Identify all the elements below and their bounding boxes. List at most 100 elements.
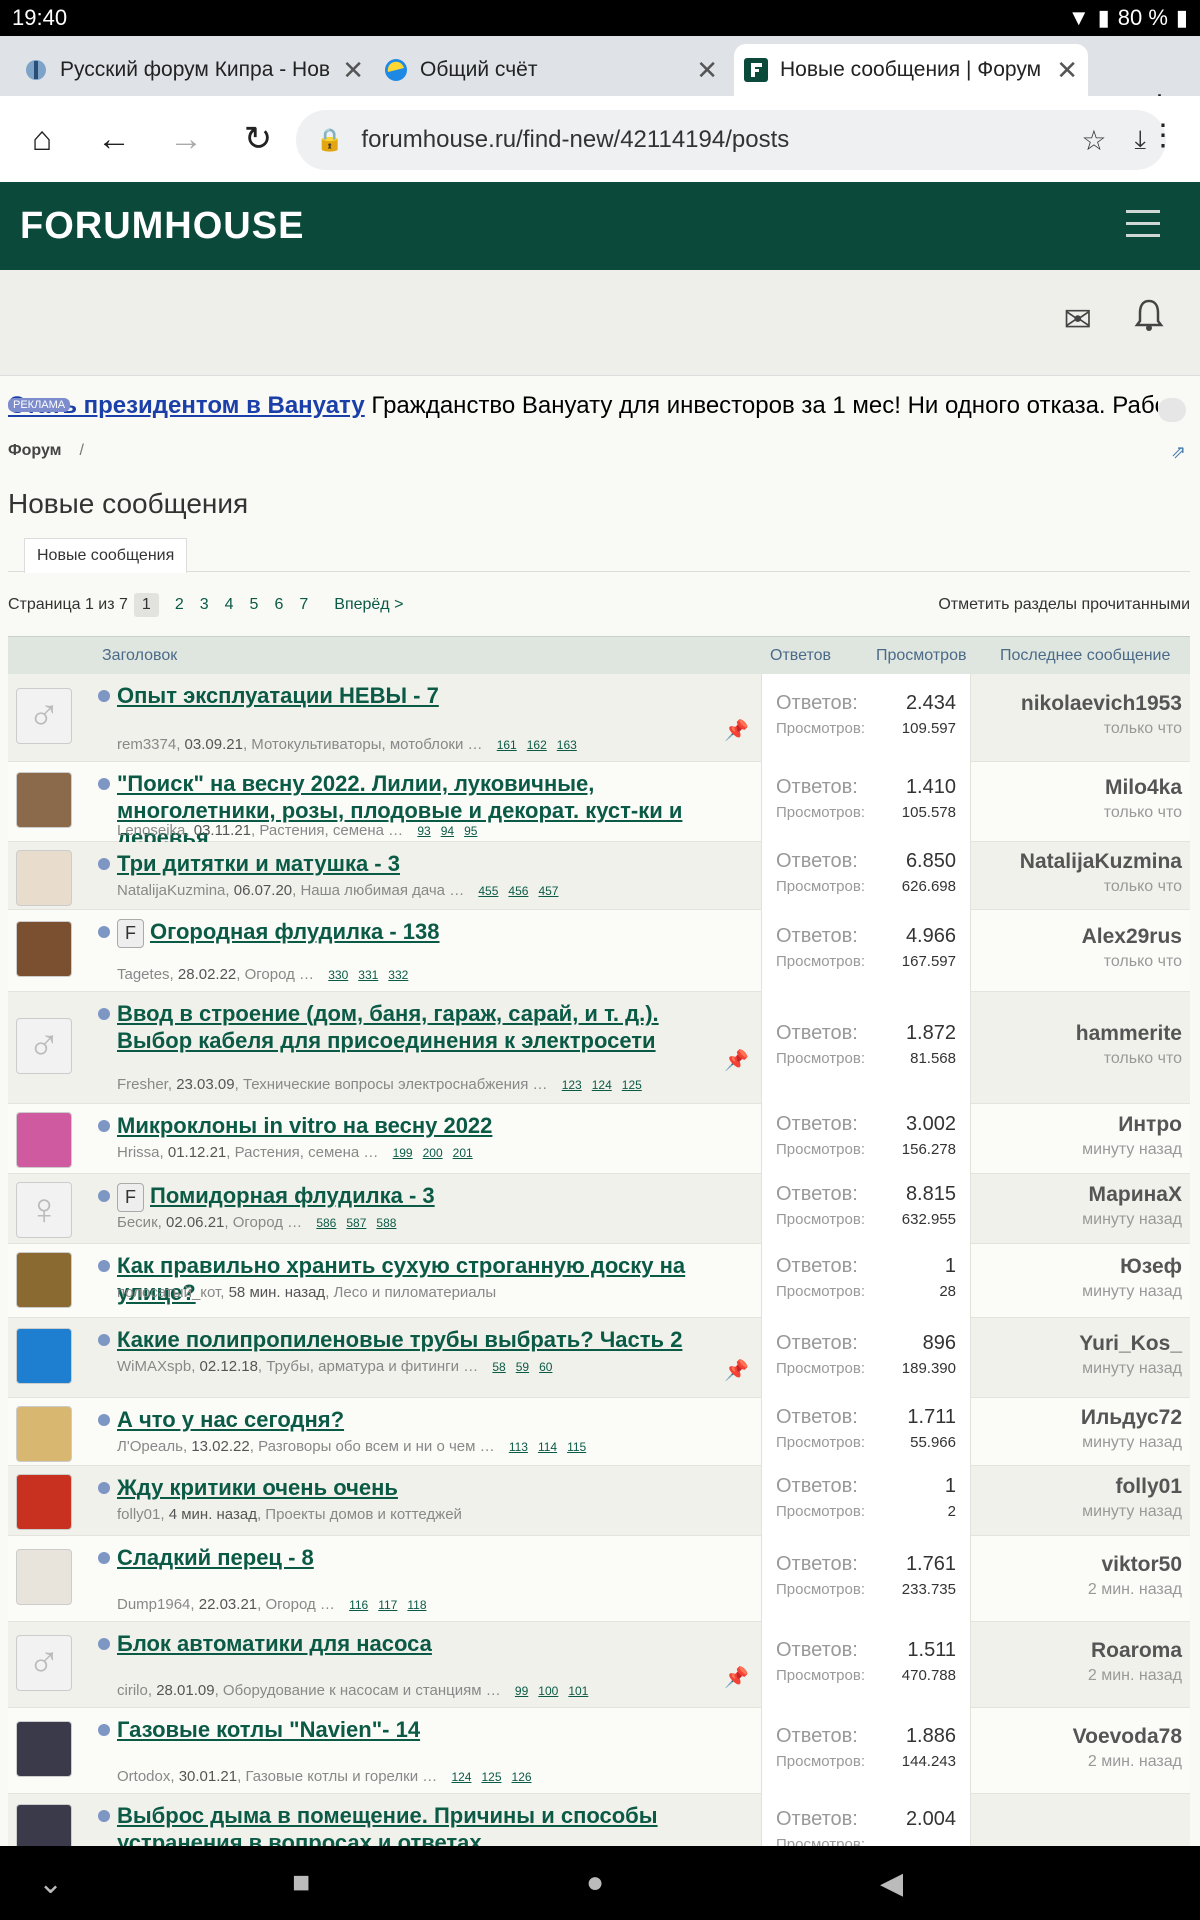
notifications-bell-icon[interactable]: [1134, 298, 1164, 341]
default-avatar-male-icon[interactable]: ♂: [16, 1018, 72, 1074]
close-tab-icon[interactable]: ✕: [1056, 55, 1078, 86]
thread-section[interactable]: Лесо и пиломатериалы: [334, 1284, 497, 1301]
last-post-user[interactable]: Milo4ka: [972, 776, 1182, 800]
thread-title-text[interactable]: Блок автоматики для насоса: [117, 1631, 432, 1656]
thread-title-text[interactable]: Огородная флудилка - 138: [150, 919, 440, 944]
thread-section[interactable]: Проекты домов и коттеджей: [265, 1506, 462, 1523]
thread-title-text[interactable]: Ввод в строение (дом, баня, гараж, сарай…: [117, 1001, 659, 1053]
bookmark-star-icon[interactable]: ☆: [1081, 124, 1106, 157]
thread-page-link[interactable]: 94: [441, 824, 454, 838]
last-post-time[interactable]: только что: [972, 804, 1182, 822]
thread-page-link[interactable]: 113: [509, 1440, 528, 1454]
page-link[interactable]: 6: [274, 596, 283, 614]
thread-title-text[interactable]: Микроклоны in vitro на весну 2022: [117, 1113, 492, 1138]
thread-title-text[interactable]: Газовые котлы "Navien"- 14: [117, 1717, 420, 1742]
thread-page-link[interactable]: 126: [512, 1770, 532, 1784]
thread-author[interactable]: Ortodox: [117, 1768, 170, 1785]
thread-page-link[interactable]: 101: [568, 1684, 588, 1698]
default-avatar-female-icon[interactable]: ♀: [16, 1182, 72, 1238]
last-post-user[interactable]: nikolaevich1953: [972, 692, 1182, 716]
thread-author[interactable]: Hrissa: [117, 1144, 160, 1161]
thread-page-link[interactable]: 125: [622, 1078, 642, 1092]
col-last-post[interactable]: Последнее сообщение: [1000, 647, 1170, 665]
mark-read-link[interactable]: Отметить разделы прочитанными: [938, 596, 1190, 614]
thread-page-link[interactable]: 100: [538, 1684, 558, 1698]
thread-row[interactable]: ♂ Блок автоматики для насоса cirilo, 28.0…: [8, 1622, 1190, 1708]
share-icon[interactable]: ⇗: [1171, 442, 1186, 463]
avatar[interactable]: [16, 1252, 72, 1308]
thread-row[interactable]: Три дитятки и матушка - 3 NatalijaKuzmin…: [8, 842, 1190, 910]
thread-title[interactable]: Газовые котлы "Navien"- 14: [117, 1716, 737, 1743]
tab-new-messages[interactable]: Новые сообщения: [24, 538, 188, 573]
thread-page-link[interactable]: 200: [423, 1146, 443, 1160]
thread-page-link[interactable]: 586: [316, 1216, 336, 1230]
thread-title[interactable]: Ввод в строение (дом, баня, гараж, сарай…: [117, 1000, 737, 1054]
last-post-user[interactable]: Юзеф: [972, 1255, 1182, 1279]
avatar[interactable]: [16, 1549, 72, 1605]
download-icon[interactable]: ⤓: [1135, 124, 1147, 156]
thread-page-link[interactable]: 99: [515, 1684, 528, 1698]
last-post-time[interactable]: минуту назад: [972, 1283, 1182, 1301]
avatar[interactable]: [16, 921, 72, 977]
last-post-user[interactable]: NatalijaKuzmina: [972, 850, 1182, 874]
page-link[interactable]: 2: [175, 596, 184, 614]
thread-page-link[interactable]: 456: [508, 884, 528, 898]
thread-page-link[interactable]: 93: [417, 824, 430, 838]
thread-author[interactable]: Lenoseika: [117, 822, 185, 839]
thread-author[interactable]: Fresher: [117, 1076, 168, 1093]
home-icon[interactable]: ⌂: [6, 103, 78, 175]
thread-title[interactable]: Блок автоматики для насоса: [117, 1630, 737, 1657]
hamburger-menu-icon[interactable]: [1126, 210, 1160, 246]
breadcrumb-forum-link[interactable]: Форум: [8, 442, 62, 459]
tab-new-posts[interactable]: Новые сообщения | Форум ✕: [734, 44, 1088, 96]
thread-page-link[interactable]: 116: [349, 1598, 368, 1612]
back-triangle-icon[interactable]: ◀: [880, 1866, 903, 1901]
thread-page-link[interactable]: 162: [527, 738, 547, 752]
last-post-time[interactable]: минуту назад: [972, 1141, 1182, 1159]
thread-title[interactable]: Три дитятки и матушка - 3: [117, 850, 737, 877]
thread-page-link[interactable]: 114: [538, 1440, 557, 1454]
thread-title-text[interactable]: Жду критики очень очень: [117, 1475, 398, 1500]
page-link[interactable]: 5: [250, 596, 259, 614]
thread-section[interactable]: Разговоры обо всем и ни о чем: [258, 1438, 475, 1455]
ad-banner[interactable]: Стать президентом в Вануату Гражданство …: [8, 392, 1158, 422]
thread-page-link[interactable]: 123: [562, 1078, 582, 1092]
thread-row[interactable]: "Поиск" на весну 2022. Лилии, луковичные…: [8, 762, 1190, 850]
thread-page-link[interactable]: 115: [567, 1440, 586, 1454]
thread-row[interactable]: ♂ Ввод в строение (дом, баня, гараж, сара…: [8, 992, 1190, 1104]
thread-section[interactable]: Огород: [265, 1596, 315, 1613]
last-post-user[interactable]: viktor50: [972, 1553, 1182, 1577]
last-post-time[interactable]: минуту назад: [972, 1211, 1182, 1229]
thread-section[interactable]: Мотокультиваторы, мотоблоки: [251, 736, 463, 753]
default-avatar-male-icon[interactable]: ♂: [16, 1635, 72, 1691]
thread-row[interactable]: Какие полипропиленовые трубы выбрать? Ча…: [8, 1318, 1190, 1398]
thread-section[interactable]: Наша любимая дача: [300, 882, 445, 899]
thread-prefix[interactable]: F: [117, 1183, 144, 1212]
thread-page-link[interactable]: 587: [346, 1216, 366, 1230]
thread-row[interactable]: ♂ Опыт эксплуатации НЕВЫ - 7 rem3374, 03.…: [8, 674, 1190, 762]
thread-page-link[interactable]: 331: [358, 968, 378, 982]
thread-page-link[interactable]: 58: [492, 1360, 505, 1374]
chevron-down-icon[interactable]: ⌄: [38, 1866, 63, 1901]
avatar[interactable]: [16, 1721, 72, 1777]
tab-cyprus-forum[interactable]: Русский форум Кипра - Нов ✕: [14, 44, 374, 96]
thread-page-link[interactable]: 199: [393, 1146, 413, 1160]
thread-page-link[interactable]: 117: [378, 1598, 397, 1612]
avatar[interactable]: [16, 772, 72, 828]
thread-section[interactable]: Газовые котлы и горелки: [245, 1768, 418, 1785]
thread-title[interactable]: F Огородная флудилка - 138: [117, 918, 737, 948]
avatar[interactable]: [16, 850, 72, 906]
thread-row[interactable]: Сладкий перец - 8 Dump1964, 22.03.21, Ог…: [8, 1536, 1190, 1622]
avatar[interactable]: [16, 1474, 72, 1530]
ad-close-button[interactable]: [1158, 398, 1186, 422]
home-circle-icon[interactable]: ●: [586, 1866, 604, 1900]
thread-title[interactable]: А что у нас сегодня?: [117, 1406, 737, 1433]
back-icon[interactable]: ←: [78, 103, 150, 175]
close-tab-icon[interactable]: ✕: [342, 55, 364, 86]
last-post-user[interactable]: МаринаХ: [972, 1183, 1182, 1207]
thread-title-text[interactable]: Сладкий перец - 8: [117, 1545, 314, 1570]
thread-row[interactable]: Микроклоны in vitro на весну 2022 Hrissa…: [8, 1104, 1190, 1174]
reload-icon[interactable]: ↻: [222, 103, 294, 175]
thread-page-link[interactable]: 95: [464, 824, 477, 838]
thread-title[interactable]: Какие полипропиленовые трубы выбрать? Ча…: [117, 1326, 737, 1353]
